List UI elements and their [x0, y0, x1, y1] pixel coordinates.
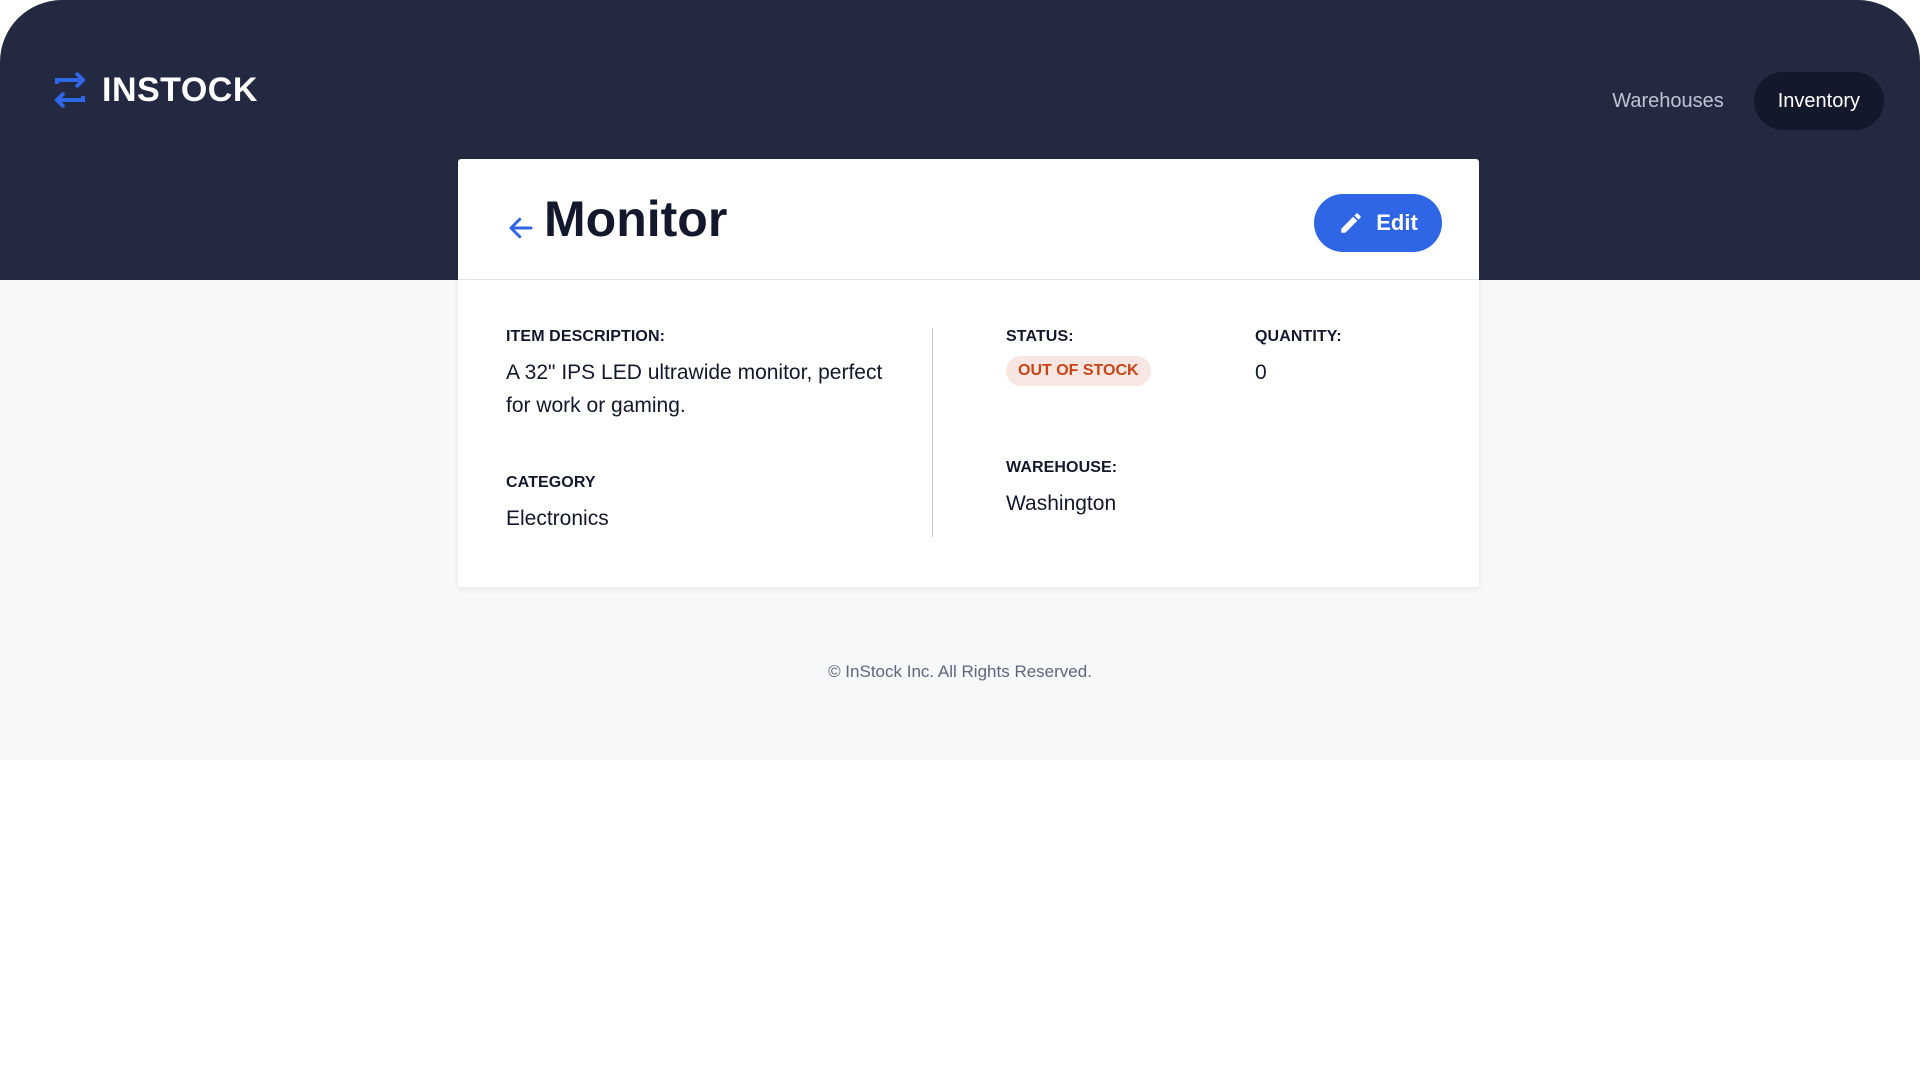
main-nav: Warehouses Inventory: [1588, 72, 1884, 130]
logo[interactable]: INSTOCK: [52, 70, 258, 110]
status-badge: OUT OF STOCK: [1006, 356, 1151, 386]
edit-button[interactable]: Edit: [1314, 194, 1442, 252]
item-details-card: Monitor Edit ITEM DESCRIPTION: A 32" IPS…: [458, 159, 1479, 587]
warehouse-value: Washington: [1006, 492, 1117, 515]
nav-warehouses[interactable]: Warehouses: [1588, 72, 1748, 130]
description-field: ITEM DESCRIPTION: A 32" IPS LED ultrawid…: [506, 328, 886, 422]
footer-copyright: © InStock Inc. All Rights Reserved.: [828, 662, 1092, 681]
warehouse-label: WAREHOUSE:: [1006, 459, 1118, 476]
page-title: Monitor: [544, 191, 728, 247]
category-value: Electronics: [506, 507, 609, 530]
quantity-field: QUANTITY: 0: [1255, 328, 1455, 389]
edit-button-label: Edit: [1376, 210, 1418, 235]
quantity-label: QUANTITY:: [1255, 328, 1342, 345]
description-value: A 32" IPS LED ultrawide monitor, perfect…: [506, 361, 883, 417]
category-field: CATEGORY Electronics: [506, 474, 886, 535]
card-body: ITEM DESCRIPTION: A 32" IPS LED ultrawid…: [458, 280, 1479, 587]
quantity-value: 0: [1255, 361, 1267, 384]
app-frame: INSTOCK Warehouses Inventory Monitor Edi…: [0, 0, 1920, 760]
swap-arrows-icon: [54, 71, 86, 109]
back-button[interactable]: [496, 203, 546, 253]
brand-name: INSTOCK: [102, 70, 258, 109]
pencil-icon: [1341, 213, 1361, 233]
nav-inventory[interactable]: Inventory: [1753, 72, 1884, 130]
card-header: Monitor Edit: [458, 159, 1479, 280]
description-label: ITEM DESCRIPTION:: [506, 328, 666, 345]
warehouse-field: WAREHOUSE: Washington: [1006, 459, 1306, 520]
status-label: STATUS:: [1006, 328, 1074, 345]
category-label: CATEGORY: [506, 474, 596, 491]
status-field: STATUS: OUT OF STOCK: [1006, 328, 1206, 386]
arrow-left-icon: [509, 217, 533, 239]
column-divider: [932, 328, 933, 537]
